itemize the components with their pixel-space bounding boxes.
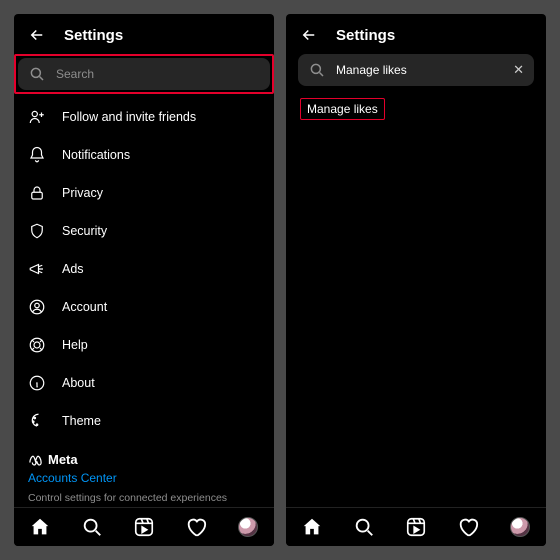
theme-icon: [28, 412, 46, 430]
menu-item-help[interactable]: Help: [28, 326, 260, 364]
settings-list: Follow and invite friends Notifications …: [14, 94, 274, 507]
menu-label: Security: [62, 224, 107, 238]
menu-item-account[interactable]: Account: [28, 288, 260, 326]
menu-label: Notifications: [62, 148, 130, 162]
meta-brand-text: Meta: [48, 452, 78, 467]
back-arrow-icon[interactable]: [300, 26, 318, 44]
menu-item-ads[interactable]: Ads: [28, 250, 260, 288]
search-bar[interactable]: [18, 58, 270, 90]
menu-item-privacy[interactable]: Privacy: [28, 174, 260, 212]
menu-label: Ads: [62, 262, 84, 276]
page-title: Settings: [336, 27, 395, 44]
back-arrow-icon[interactable]: [28, 26, 46, 44]
info-icon: [28, 374, 46, 392]
search-input[interactable]: [336, 63, 503, 77]
shield-icon: [28, 222, 46, 240]
header: Settings: [14, 14, 274, 54]
meta-brand: Meta: [28, 452, 260, 467]
menu-label: Theme: [62, 414, 101, 428]
search-icon: [28, 65, 46, 83]
results-area: Manage likes: [286, 90, 546, 507]
home-icon[interactable]: [301, 516, 323, 538]
phone-right: Settings ✕ Manage likes: [286, 14, 546, 546]
phone-left: Settings Follow and invite friends Notif…: [14, 14, 274, 546]
search-result-manage-likes[interactable]: Manage likes: [300, 98, 385, 120]
menu-item-security[interactable]: Security: [28, 212, 260, 250]
search-bar[interactable]: ✕: [298, 54, 534, 86]
user-plus-icon: [28, 108, 46, 126]
megaphone-icon: [28, 260, 46, 278]
menu-label: Privacy: [62, 186, 103, 200]
profile-avatar[interactable]: [509, 516, 531, 538]
home-icon[interactable]: [29, 516, 51, 538]
menu-label: Follow and invite friends: [62, 110, 196, 124]
meta-logo-icon: [28, 452, 43, 467]
page-title: Settings: [64, 27, 123, 44]
meta-description: Control settings for connected experienc…: [28, 491, 260, 507]
profile-avatar[interactable]: [237, 516, 259, 538]
help-icon: [28, 336, 46, 354]
clear-icon[interactable]: ✕: [513, 62, 524, 78]
reels-icon[interactable]: [133, 516, 155, 538]
heart-icon[interactable]: [185, 516, 207, 538]
bell-icon: [28, 146, 46, 164]
header: Settings: [286, 14, 546, 54]
accounts-center-link[interactable]: Accounts Center: [28, 471, 260, 485]
menu-item-theme[interactable]: Theme: [28, 402, 260, 440]
search-icon: [308, 61, 326, 79]
menu-item-about[interactable]: About: [28, 364, 260, 402]
account-icon: [28, 298, 46, 316]
lock-icon: [28, 184, 46, 202]
menu-item-follow[interactable]: Follow and invite friends: [28, 98, 260, 136]
search-nav-icon[interactable]: [81, 516, 103, 538]
search-wrap: ✕: [286, 54, 546, 90]
meta-section: Meta Accounts Center Control settings fo…: [28, 440, 260, 507]
menu-label: Account: [62, 300, 107, 314]
bottom-nav: [14, 507, 274, 546]
menu-label: Help: [62, 338, 88, 352]
menu-label: About: [62, 376, 95, 390]
heart-icon[interactable]: [457, 516, 479, 538]
search-highlight: [14, 54, 274, 94]
menu-item-notifications[interactable]: Notifications: [28, 136, 260, 174]
bottom-nav: [286, 507, 546, 546]
search-nav-icon[interactable]: [353, 516, 375, 538]
reels-icon[interactable]: [405, 516, 427, 538]
search-input[interactable]: [56, 67, 260, 81]
